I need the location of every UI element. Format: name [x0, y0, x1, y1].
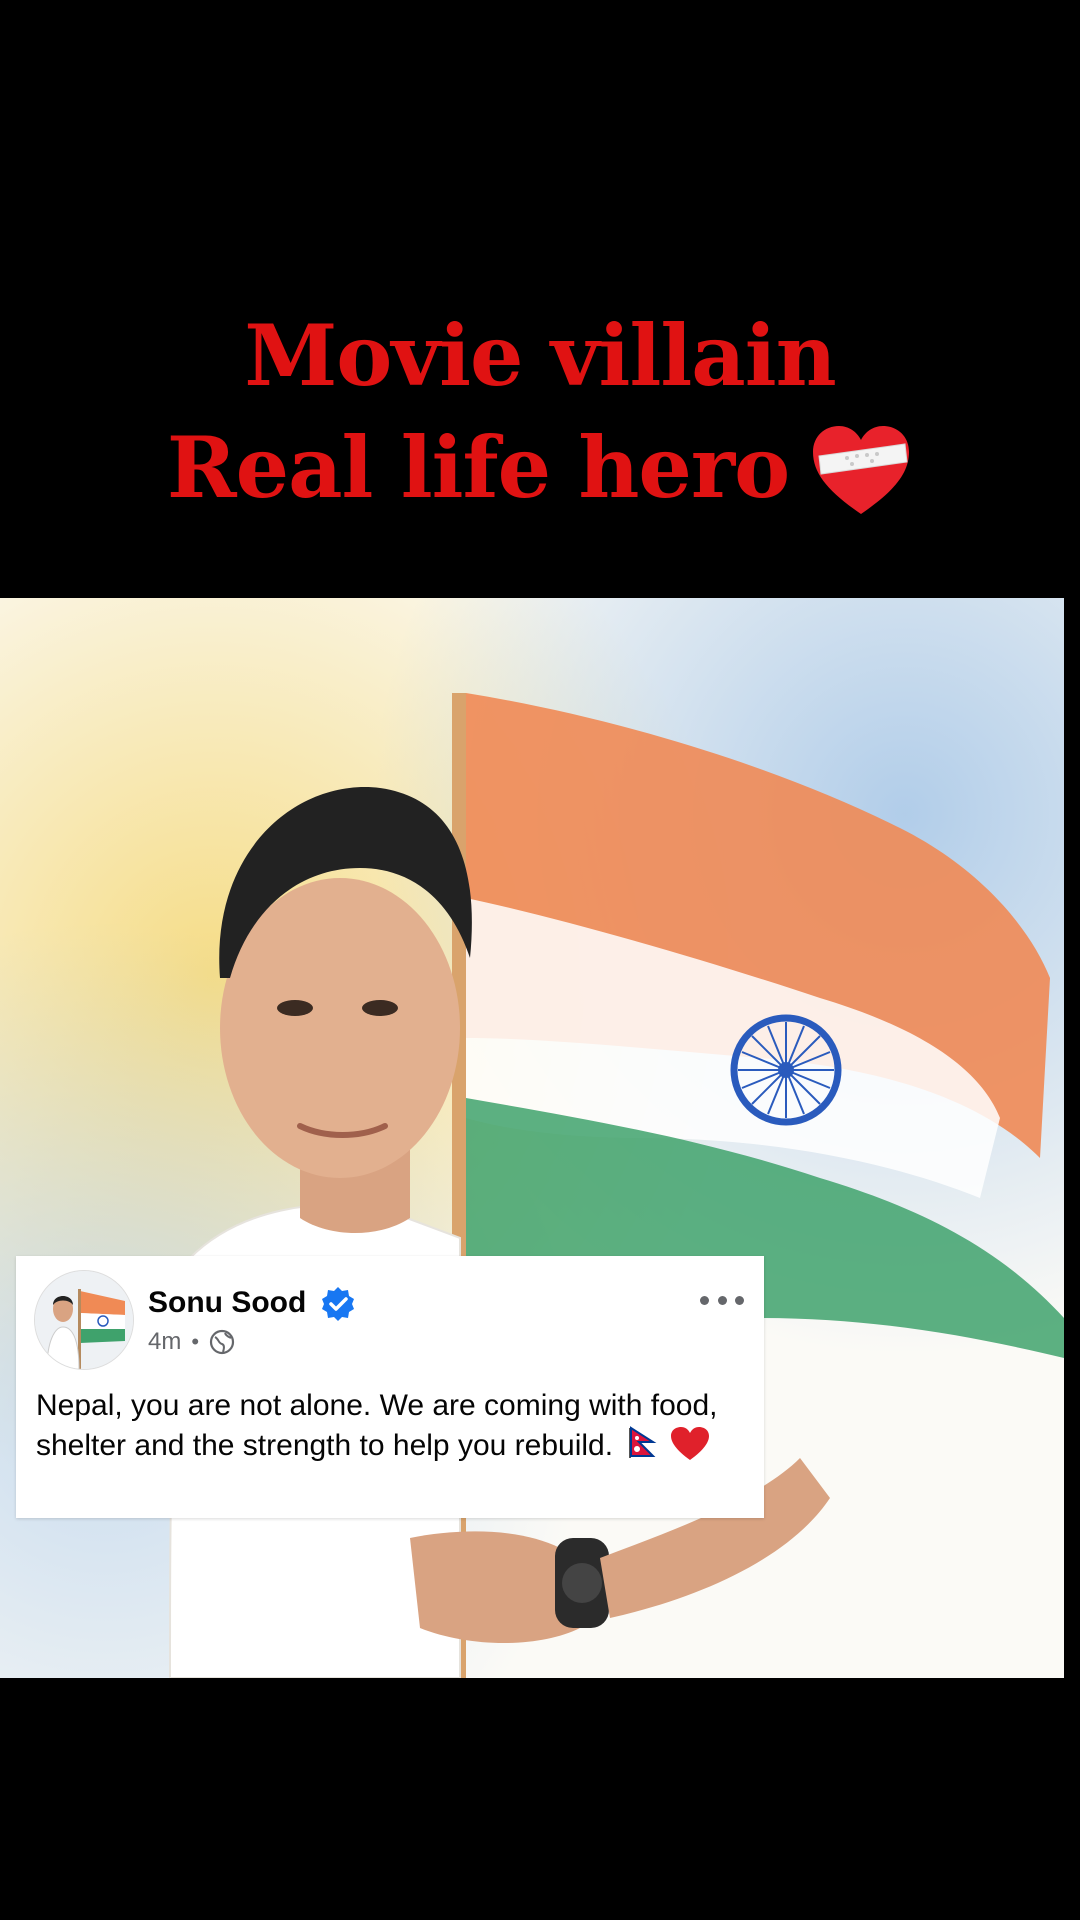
mending-heart-icon — [813, 426, 910, 514]
headline-line-2: Real life hero — [0, 412, 1080, 524]
author-name[interactable]: Sonu Sood — [148, 1286, 306, 1320]
post-text: Nepal, you are not alone. We are coming … — [36, 1386, 736, 1466]
nepal-flag-icon — [629, 1426, 657, 1458]
avatar[interactable] — [34, 1270, 134, 1370]
headline: Movie villain Real life hero — [0, 300, 1080, 524]
more-options-icon[interactable] — [700, 1290, 744, 1310]
social-post-card[interactable]: Sonu Sood 4m • Nepal, you are not alone.… — [16, 1256, 764, 1518]
red-heart-icon — [670, 1427, 709, 1460]
headline-line-1: Movie villain — [244, 306, 836, 405]
meta-separator: • — [191, 1329, 200, 1354]
post-meta: 4m • — [148, 1328, 235, 1356]
avatar-image — [35, 1271, 133, 1369]
globe-icon[interactable] — [209, 1329, 235, 1355]
verified-badge-icon — [322, 1287, 354, 1321]
post-timestamp[interactable]: 4m — [148, 1328, 181, 1356]
post-text-body: Nepal, you are not alone. We are coming … — [36, 1389, 718, 1462]
headline-line-2-text: Real life hero — [166, 418, 790, 517]
